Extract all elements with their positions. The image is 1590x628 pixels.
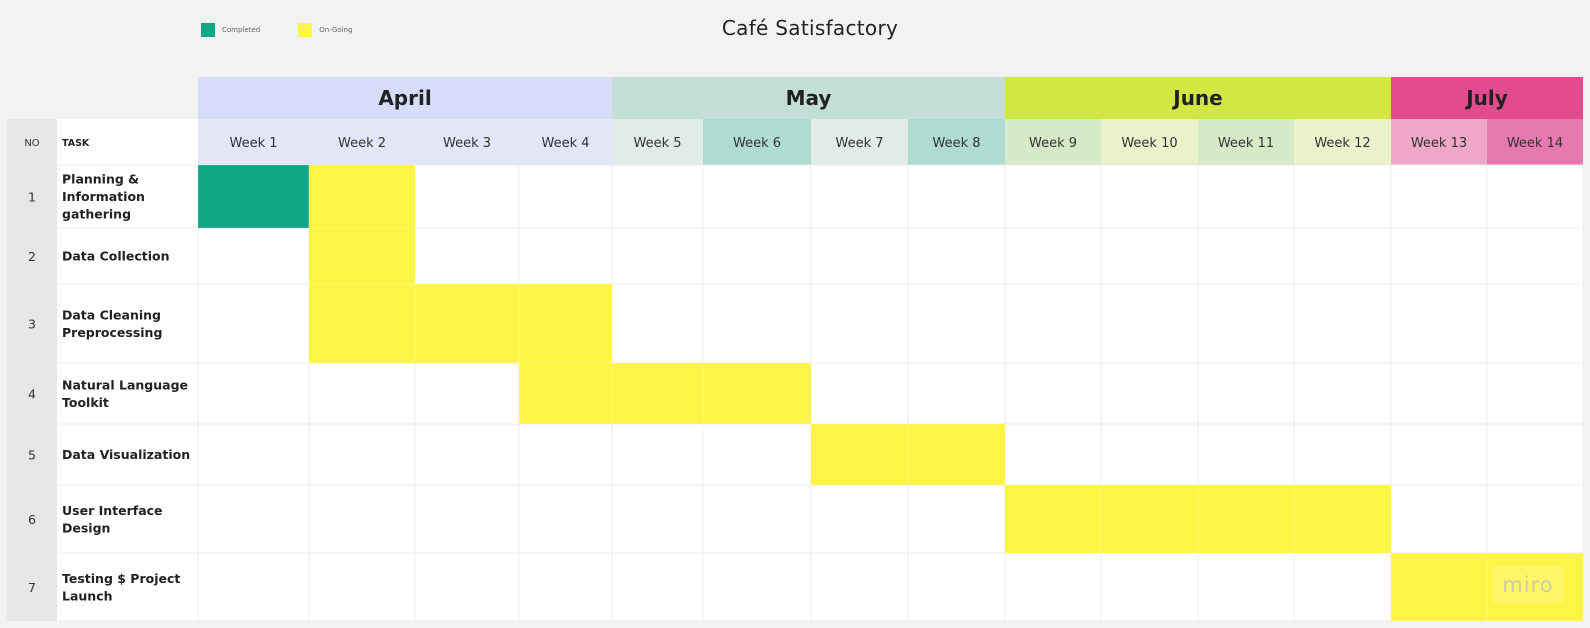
week-label: Week 13 (1411, 136, 1467, 151)
task-number: 2 (28, 249, 36, 264)
week-label: Week 5 (633, 136, 681, 151)
task-number: 1 (28, 190, 36, 205)
month-label: July (1464, 86, 1508, 110)
task-column-header: TASK (62, 138, 90, 149)
task-bar-ongoing (1293, 484, 1392, 554)
task-bar-ongoing (308, 164, 416, 229)
week-label: Week 2 (338, 136, 386, 151)
task-bar-ongoing (1100, 484, 1199, 554)
task-bar-ongoing (907, 423, 1006, 486)
week-label: Week 12 (1314, 136, 1370, 151)
task-name: Data Collection (62, 249, 170, 264)
month-label: April (378, 86, 431, 110)
task-bar-ongoing (518, 362, 613, 425)
task-bar-ongoing (414, 283, 520, 364)
task-bar-ongoing (1390, 552, 1488, 622)
task-name: Data Visualization (62, 447, 190, 462)
week-label: Week 4 (541, 136, 589, 151)
task-bar-ongoing (518, 283, 613, 364)
week-label: Week 10 (1121, 136, 1177, 151)
week-label: Week 7 (835, 136, 883, 151)
task-bar-ongoing (611, 362, 704, 425)
miro-watermark: miro (1492, 566, 1564, 604)
week-label: Week 14 (1507, 136, 1563, 151)
task-number: 3 (28, 317, 36, 332)
task-bar-completed (197, 164, 310, 229)
week-label: Week 9 (1029, 136, 1077, 151)
task-bar-ongoing (308, 227, 416, 285)
task-bar-ongoing (1197, 484, 1295, 554)
week-label: Week 8 (932, 136, 980, 151)
task-number: 7 (28, 580, 36, 595)
week-label: Week 3 (443, 136, 491, 151)
week-label: Week 1 (229, 136, 277, 151)
task-number: 4 (28, 387, 36, 402)
task-bar-ongoing (1004, 484, 1102, 554)
month-label: June (1171, 86, 1222, 110)
task-number: 6 (28, 512, 36, 527)
week-label: Week 11 (1218, 136, 1274, 151)
month-label: May (786, 86, 832, 110)
gantt-chart: April May June July Week 1 Week 2 Week 3 Week 4… (7, 77, 1584, 622)
task-bar-ongoing (308, 283, 416, 364)
week-label: Week 6 (733, 136, 781, 151)
task-number: 5 (28, 448, 36, 463)
no-column-header: NO (24, 138, 39, 149)
task-bar-ongoing (810, 423, 909, 486)
task-bar-ongoing (702, 362, 812, 425)
